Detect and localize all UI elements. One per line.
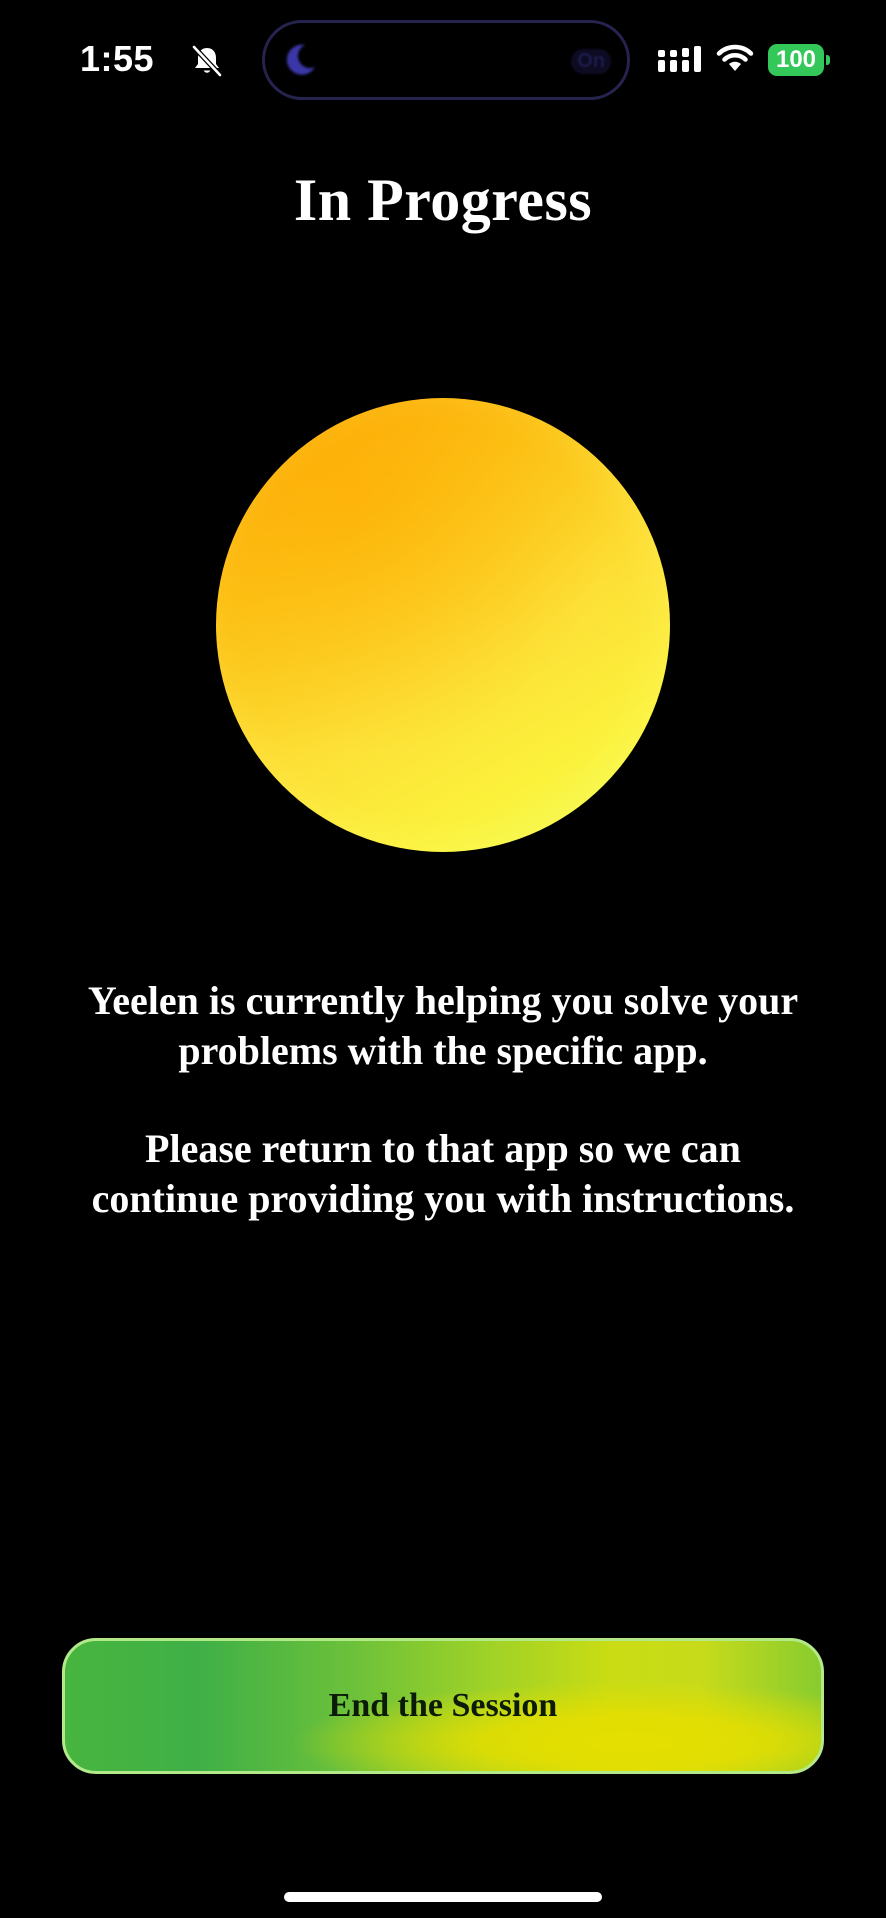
progress-orb xyxy=(216,398,670,852)
wifi-icon xyxy=(716,44,754,71)
status-message: Yeelen is currently helping you solve yo… xyxy=(87,978,799,1073)
battery-cap xyxy=(826,55,830,65)
battery-level: 100 xyxy=(768,44,824,76)
bell-slash-icon xyxy=(191,44,223,78)
page-title: In Progress xyxy=(293,167,593,233)
end-session-button[interactable]: End the Session xyxy=(62,1638,824,1774)
focus-status-label: On xyxy=(571,49,611,74)
instruction-message: Please return to that app so we can cont… xyxy=(91,1126,795,1221)
status-bar: 1:55 On 100 xyxy=(0,0,886,120)
cellular-signal-icon xyxy=(658,46,701,72)
status-time: 1:55 xyxy=(80,38,155,79)
home-indicator[interactable] xyxy=(284,1892,602,1902)
dynamic-island[interactable]: On xyxy=(262,20,630,100)
battery-indicator: 100 xyxy=(768,44,830,76)
moon-icon xyxy=(286,44,315,75)
